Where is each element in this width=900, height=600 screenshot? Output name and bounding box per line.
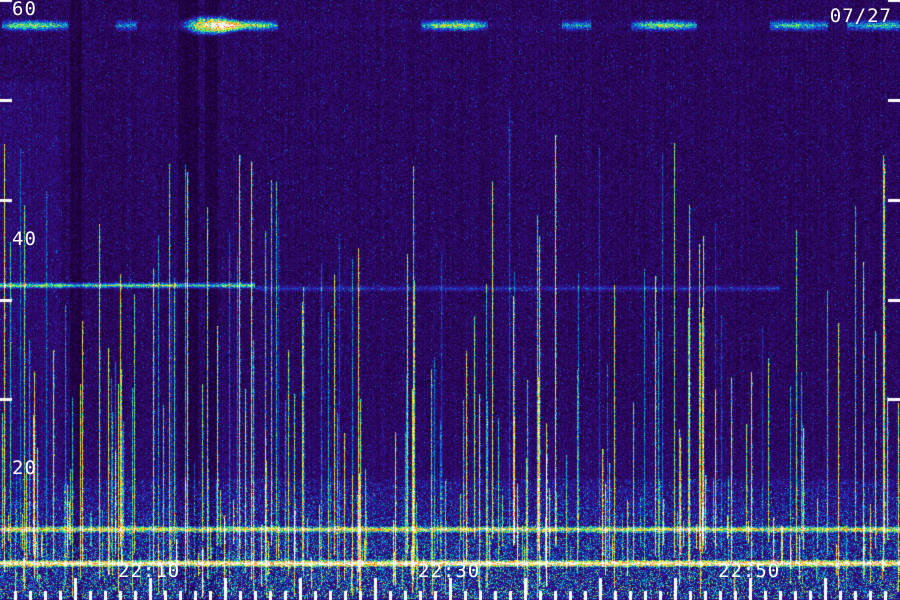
x-tick-label-2230: 22:30 [418, 560, 481, 582]
y-tick-label-40: 40 [12, 228, 37, 250]
date-label: 07/27 [829, 5, 892, 27]
x-tick-label-2250: 22:50 [718, 560, 781, 582]
spectrogram-plot [0, 0, 900, 600]
y-tick-label-20: 20 [12, 457, 37, 479]
x-tick-label-2210: 22:10 [118, 560, 181, 582]
y-tick-label-60: 60 [12, 0, 37, 20]
